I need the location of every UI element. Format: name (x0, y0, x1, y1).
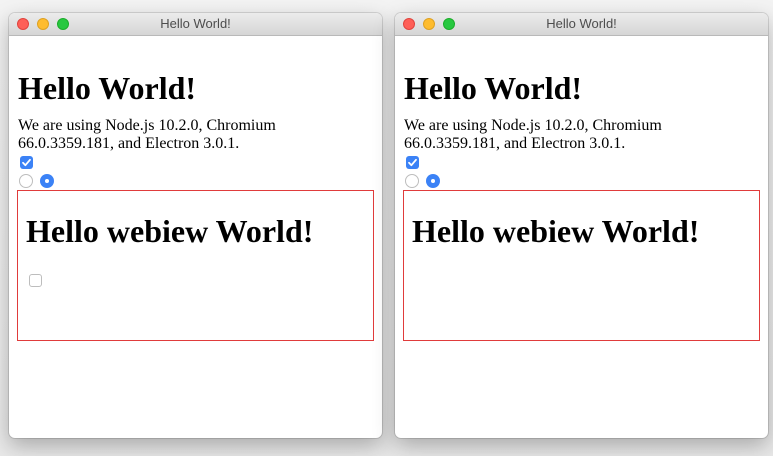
page-content: Hello World! We are using Node.js 10.2.0… (395, 36, 768, 438)
page-heading: Hello World! (404, 70, 583, 106)
checkmark-icon (22, 158, 31, 167)
version-paragraph: We are using Node.js 10.2.0, Chromium 66… (18, 117, 276, 152)
page-content: Hello World! We are using Node.js 10.2.0… (9, 36, 382, 438)
checkbox-checked[interactable] (406, 156, 419, 169)
version-paragraph: We are using Node.js 10.2.0, Chromium 66… (404, 117, 662, 152)
title-bar[interactable]: Hello World! (395, 13, 768, 36)
checkbox-checked[interactable] (20, 156, 33, 169)
radio-option-selected[interactable] (40, 174, 54, 188)
webview-heading: Hello webiew World! (412, 213, 700, 249)
radio-option-unselected[interactable] (405, 174, 419, 188)
webview-checkbox[interactable] (29, 274, 42, 287)
app-window-left: Hello World! Hello World! We are using N… (9, 13, 382, 438)
webview-frame: Hello webiew World! (17, 190, 374, 341)
radio-option-selected[interactable] (426, 174, 440, 188)
webview-frame: Hello webiew World! (403, 190, 760, 341)
checkmark-icon (408, 158, 417, 167)
webview-heading: Hello webiew World! (26, 213, 314, 249)
window-title: Hello World! (546, 16, 617, 31)
title-bar[interactable]: Hello World! (9, 13, 382, 36)
page-heading: Hello World! (18, 70, 197, 106)
radio-option-unselected[interactable] (19, 174, 33, 188)
window-title: Hello World! (160, 16, 231, 31)
app-window-right: Hello World! Hello World! We are using N… (395, 13, 768, 438)
